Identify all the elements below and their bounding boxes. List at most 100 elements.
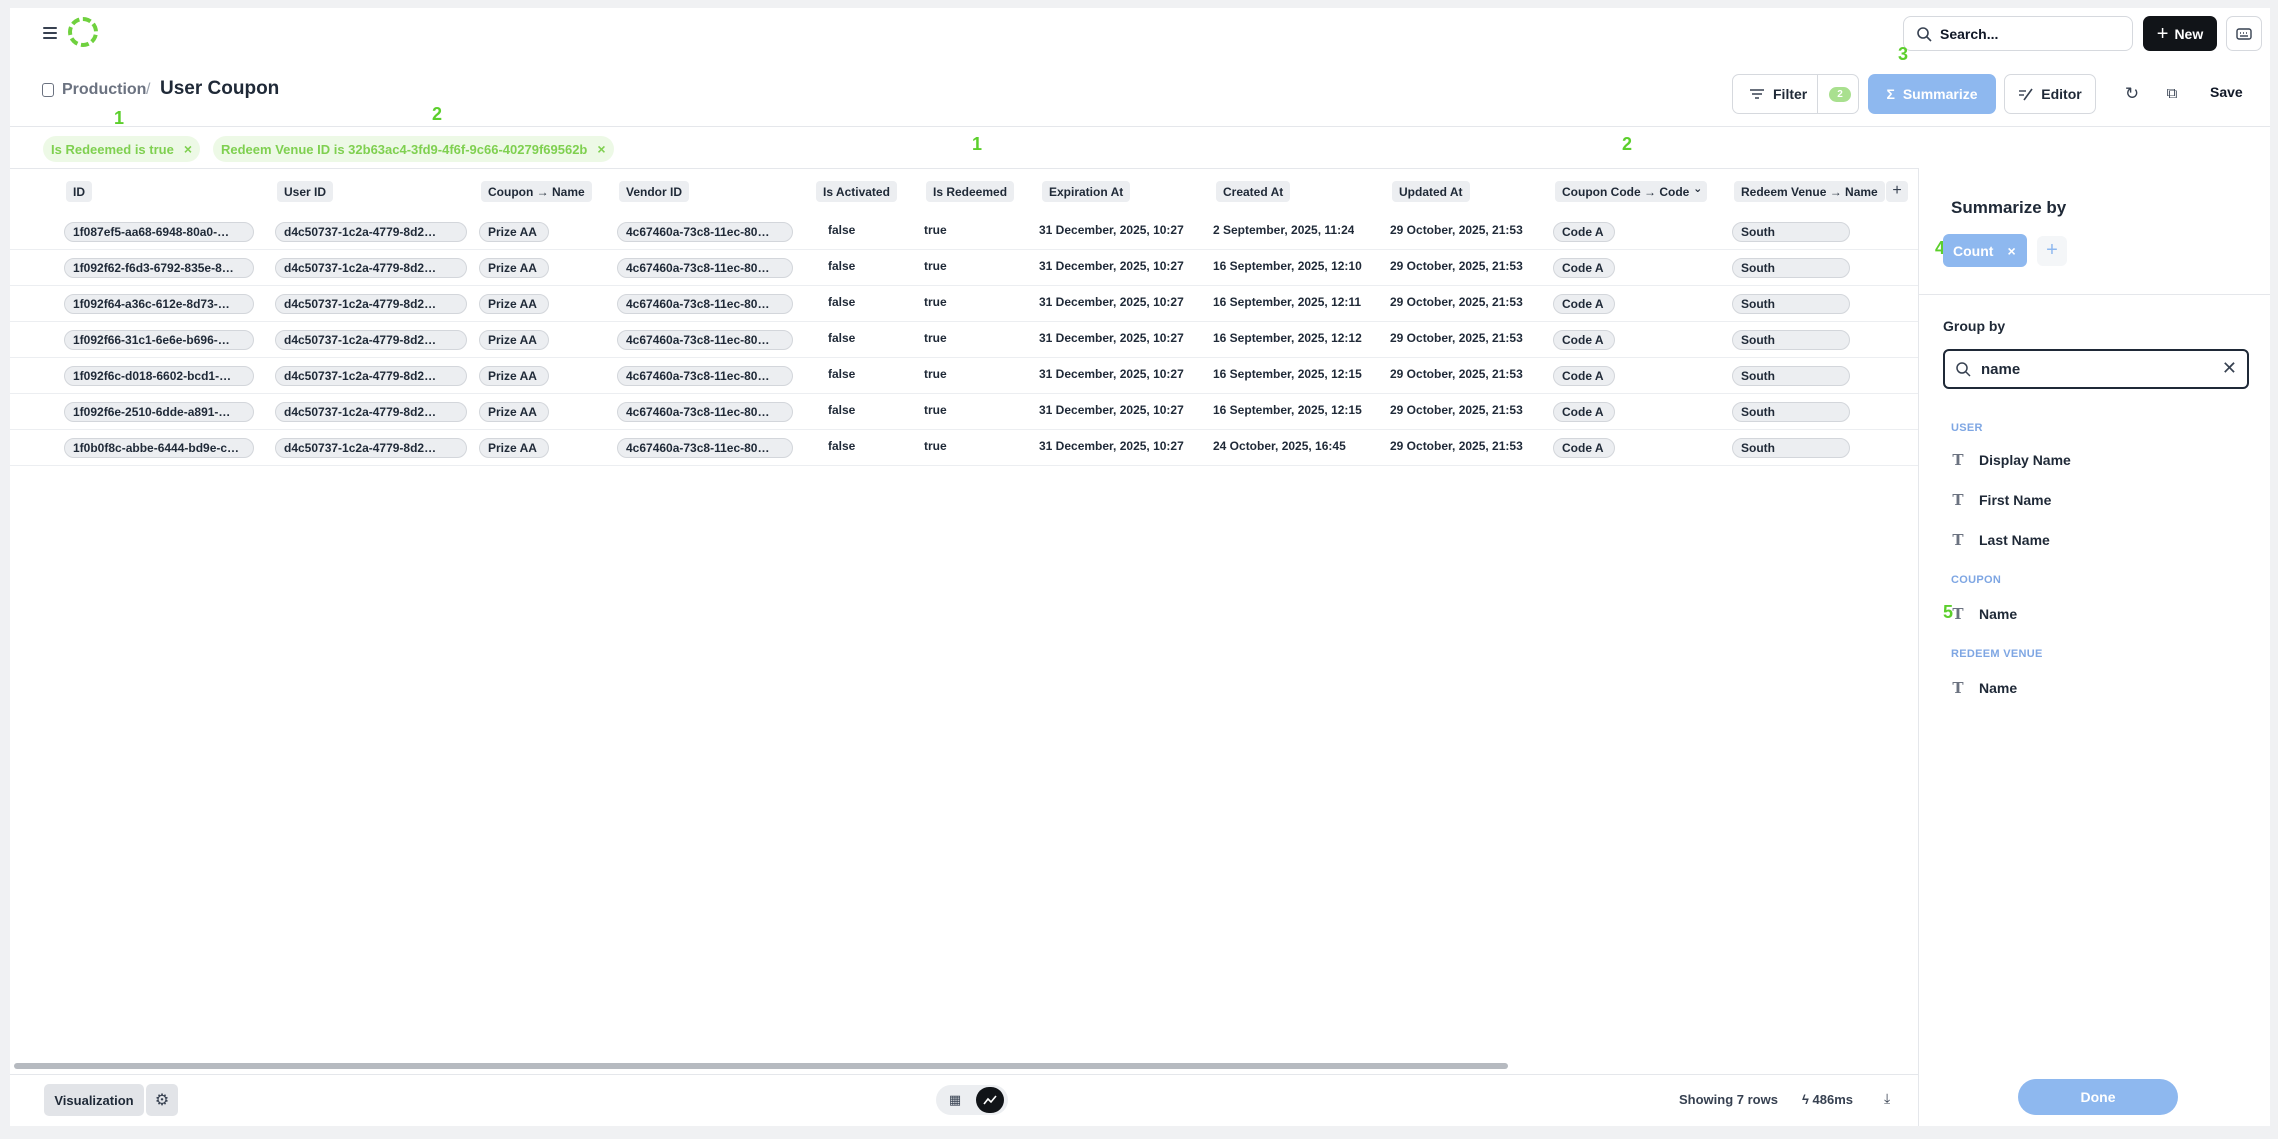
table-cell-chip[interactable]: 4c67460a-73c8-11ec-80… (617, 294, 793, 314)
keyboard-shortcuts-button[interactable] (2226, 16, 2262, 51)
table-cell-chip[interactable]: Code A (1553, 258, 1615, 278)
logo-icon[interactable] (68, 17, 98, 47)
group-by-title: Group by (1943, 318, 2006, 334)
table-cell-chip[interactable]: d4c50737-1c2a-4779-8d2… (275, 438, 467, 458)
done-button[interactable]: Done (2018, 1079, 2178, 1115)
table-cell-chip[interactable]: South (1732, 366, 1850, 386)
table-view-icon[interactable]: ▦ (944, 1089, 966, 1111)
table-row[interactable]: 1f087ef5-aa68-6948-80a0-… d4c50737-1c2a-4… (10, 214, 1918, 250)
table-row[interactable]: 1f092f64-a36c-612e-8d73-… d4c50737-1c2a-4… (10, 286, 1918, 322)
table-cell-chip[interactable]: d4c50737-1c2a-4779-8d2… (275, 402, 467, 422)
menu-icon[interactable] (40, 23, 60, 43)
new-button[interactable]: + New (2143, 16, 2217, 51)
close-icon[interactable]: × (184, 141, 192, 157)
group-by-field[interactable]: T Last Name (1951, 531, 2049, 549)
filter-pill[interactable]: Is Redeemed is true × (43, 136, 201, 162)
table-row[interactable]: 1f092f6c-d018-6602-bcd1-… d4c50737-1c2a-4… (10, 358, 1918, 394)
table-cell-chip[interactable]: Code A (1553, 294, 1615, 314)
table-cell-chip[interactable]: 1f092f6e-2510-6dde-a891-… (64, 402, 254, 422)
table-cell-chip[interactable]: South (1732, 330, 1850, 350)
table-row[interactable]: 1f092f6e-2510-6dde-a891-… d4c50737-1c2a-4… (10, 394, 1918, 430)
table-cell-chip[interactable]: 4c67460a-73c8-11ec-80… (617, 258, 793, 278)
add-metric-button[interactable]: + (2037, 236, 2067, 266)
table-row[interactable]: 1f092f66-31c1-6e6e-b696-… d4c50737-1c2a-4… (10, 322, 1918, 358)
table-cell: 31 December, 2025, 10:27 (1039, 295, 1184, 309)
table-cell-chip[interactable]: d4c50737-1c2a-4779-8d2… (275, 258, 467, 278)
metric-chip[interactable]: Count × (1943, 234, 2027, 267)
column-header[interactable]: User ID (277, 181, 334, 202)
table-cell-chip[interactable]: 1f087ef5-aa68-6948-80a0-… (64, 222, 254, 242)
column-header[interactable]: Updated At (1392, 181, 1470, 202)
table-cell-chip[interactable]: 1f092f62-f6d3-6792-835e-8… (64, 258, 254, 278)
annotation-marker: 1 (114, 108, 125, 128)
group-by-field[interactable]: T Name (1951, 679, 2017, 697)
column-header[interactable]: Redeem Venue → Name (1734, 181, 1885, 202)
group-by-field[interactable]: T Name (1951, 605, 2017, 623)
table-cell-chip[interactable]: 4c67460a-73c8-11ec-80… (617, 330, 793, 350)
column-header[interactable]: Is Redeemed (926, 181, 1015, 202)
group-by-field[interactable]: T First Name (1951, 491, 2051, 509)
table-cell-chip[interactable]: Prize AA (479, 402, 549, 422)
table-cell-chip[interactable]: Code A (1553, 222, 1615, 242)
global-search-input[interactable]: Search... (1903, 16, 2133, 51)
visualization-button[interactable]: Visualization (44, 1084, 144, 1116)
chart-view-icon[interactable] (976, 1087, 1004, 1113)
table-cell-chip[interactable]: 4c67460a-73c8-11ec-80… (617, 366, 793, 386)
table-cell-chip[interactable]: Code A (1553, 330, 1615, 350)
column-header[interactable]: Coupon Code → Code ⌄ (1555, 181, 1708, 202)
table-cell-chip[interactable]: South (1732, 438, 1850, 458)
gear-icon[interactable]: ⚙ (146, 1084, 178, 1116)
table-row[interactable]: 1f0b0f8c-abbe-6444-bd9e-c… d4c50737-1c2a-… (10, 430, 1918, 466)
column-header[interactable]: Vendor ID (619, 181, 690, 202)
table-cell-chip[interactable]: South (1732, 294, 1850, 314)
table-cell-chip[interactable]: d4c50737-1c2a-4779-8d2… (275, 330, 467, 350)
summarize-button[interactable]: Σ Summarize (1868, 74, 1996, 114)
column-header[interactable]: Coupon → Name (481, 181, 592, 202)
table-cell-chip[interactable]: d4c50737-1c2a-4779-8d2… (275, 366, 467, 386)
results-table: ID User ID Coupon → Name Vendor ID Is Ac… (10, 168, 1918, 1068)
filter-button[interactable]: Filter 2 (1732, 74, 1859, 114)
table-cell-chip[interactable]: Code A (1553, 438, 1615, 458)
table-cell-chip[interactable]: 4c67460a-73c8-11ec-80… (617, 222, 793, 242)
table-cell-chip[interactable]: 4c67460a-73c8-11ec-80… (617, 438, 793, 458)
table-cell-chip[interactable]: South (1732, 258, 1850, 278)
download-icon[interactable]: ⤓ (1884, 1090, 1902, 1108)
table-cell-chip[interactable]: d4c50737-1c2a-4779-8d2… (275, 294, 467, 314)
table-cell-chip[interactable]: 1f092f66-31c1-6e6e-b696-… (64, 330, 254, 350)
filter-pill[interactable]: Redeem Venue ID is 32b63ac4-3fd9-4f6f-9c… (213, 136, 614, 162)
table-cell-chip[interactable]: 1f092f6c-d018-6602-bcd1-… (64, 366, 254, 386)
table-row[interactable]: 1f092f62-f6d3-6792-835e-8… d4c50737-1c2a-… (10, 250, 1918, 286)
table-cell-chip[interactable]: Code A (1553, 366, 1615, 386)
table-cell-chip[interactable]: 1f0b0f8c-abbe-6444-bd9e-c… (64, 438, 254, 458)
table-cell-chip[interactable]: d4c50737-1c2a-4779-8d2… (275, 222, 467, 242)
column-header[interactable]: Is Activated (816, 181, 897, 202)
column-header[interactable]: Created At (1216, 181, 1291, 202)
clear-icon[interactable]: ✕ (2222, 358, 2237, 379)
table-cell-chip[interactable]: Prize AA (479, 366, 549, 386)
horizontal-scrollbar-thumb[interactable] (14, 1063, 1508, 1069)
refresh-icon[interactable]: ↻ (2122, 84, 2142, 104)
table-cell-chip[interactable]: 1f092f64-a36c-612e-8d73-… (64, 294, 254, 314)
editor-button[interactable]: Editor (2004, 74, 2096, 114)
table-cell-chip[interactable]: South (1732, 402, 1850, 422)
group-by-field[interactable]: T Display Name (1951, 451, 2070, 469)
table-cell-chip[interactable]: Prize AA (479, 294, 549, 314)
open-external-icon[interactable]: ⧉ (2162, 84, 2182, 104)
save-button[interactable]: Save (2210, 84, 2243, 100)
filter-count-badge[interactable]: 2 (1829, 87, 1851, 102)
table-cell-chip[interactable]: Prize AA (479, 258, 549, 278)
column-header[interactable]: Expiration At (1042, 181, 1131, 202)
group-by-search-input[interactable]: name ✕ (1943, 349, 2249, 389)
table-cell-chip[interactable]: Code A (1553, 402, 1615, 422)
close-icon[interactable]: × (597, 141, 605, 157)
breadcrumb-parent[interactable]: Production (62, 81, 146, 99)
table-cell: 29 October, 2025, 21:53 (1390, 295, 1523, 309)
table-cell-chip[interactable]: 4c67460a-73c8-11ec-80… (617, 402, 793, 422)
add-column-button[interactable]: + (1886, 181, 1908, 202)
table-cell-chip[interactable]: Prize AA (479, 222, 549, 242)
close-icon[interactable]: × (2007, 243, 2015, 259)
column-header[interactable]: ID (66, 181, 92, 202)
table-cell-chip[interactable]: Prize AA (479, 330, 549, 350)
table-cell-chip[interactable]: Prize AA (479, 438, 549, 458)
table-cell-chip[interactable]: South (1732, 222, 1850, 242)
